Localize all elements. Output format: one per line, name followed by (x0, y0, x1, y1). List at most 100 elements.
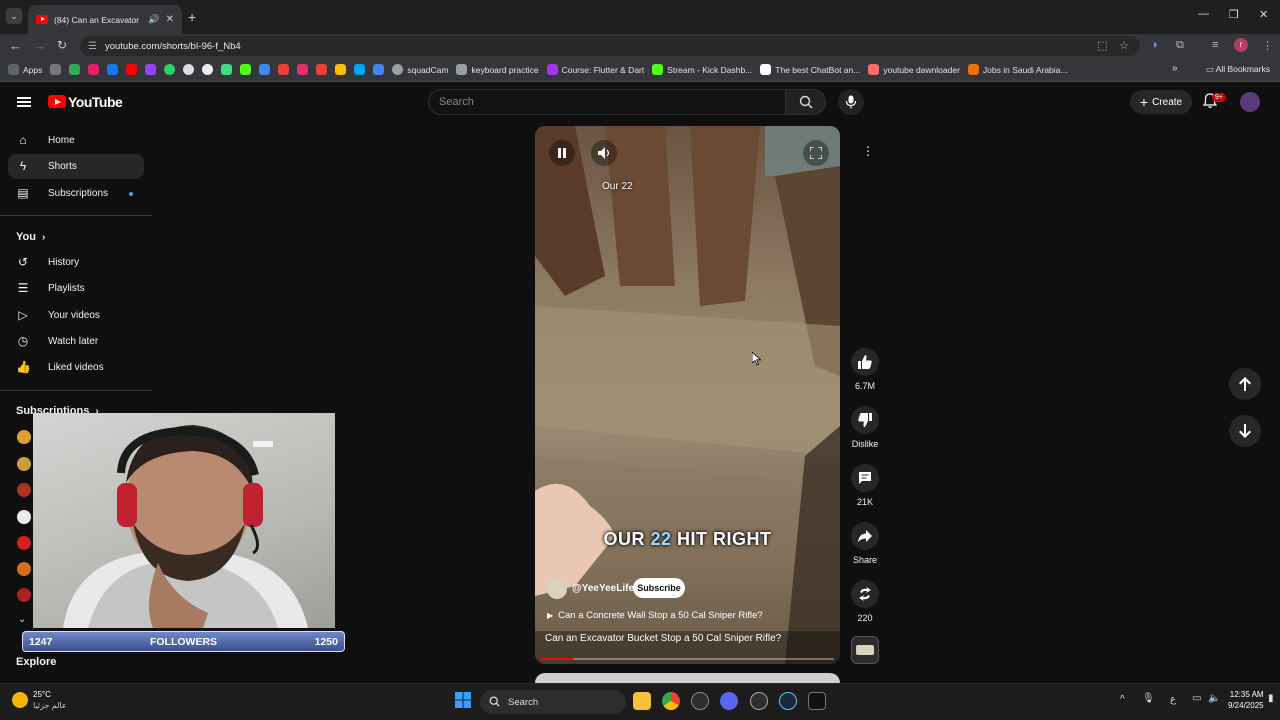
sidebar-item-shorts[interactable]: ϟ Shorts (8, 154, 144, 179)
bookmark-jobs-saudi[interactable]: Jobs in Saudi Arabia... (967, 64, 1068, 75)
taskbar-search[interactable]: Search (480, 690, 626, 714)
guide-menu-icon[interactable] (17, 97, 31, 107)
search-input[interactable]: Search (428, 89, 786, 115)
show-hidden-icons-chevron[interactable]: ^ (1120, 694, 1125, 705)
back-button[interactable]: ← (9, 38, 22, 53)
dislike-button[interactable] (851, 406, 879, 434)
sound-channel-thumbnail[interactable] (851, 636, 879, 664)
like-button[interactable] (851, 348, 879, 376)
tab-audio-icon[interactable]: 🔊 (148, 14, 159, 25)
subscription-channel-avatar[interactable] (17, 536, 31, 550)
media-controls-icon[interactable]: ≡ (1212, 39, 1218, 51)
file-explorer-icon[interactable] (633, 692, 651, 710)
subscription-channel-avatar[interactable] (17, 457, 31, 471)
github-icon[interactable] (202, 64, 214, 75)
microsoft-icon[interactable] (354, 64, 366, 75)
share-button[interactable] (851, 522, 879, 550)
new-tab-button[interactable]: + (188, 9, 196, 25)
tab-search-icon[interactable]: ⌄ (6, 8, 22, 24)
address-bar[interactable]: ☰ youtube.com/shorts/bI-96-f_Nb4 (80, 36, 1140, 56)
video-progress-track[interactable] (541, 658, 834, 660)
pause-button[interactable] (549, 140, 575, 166)
instagram-icon[interactable] (297, 64, 309, 75)
voice-search-button[interactable] (838, 89, 864, 115)
youtube-wordmark[interactable]: YouTube (68, 94, 123, 110)
subscription-channel-avatar[interactable] (17, 430, 31, 444)
obs-download-icon[interactable] (691, 692, 709, 710)
comments-button[interactable] (851, 464, 879, 492)
all-bookmarks-button[interactable]: ▭ All Bookmarks (1206, 64, 1270, 75)
more-options-button[interactable]: ⋮ (851, 138, 879, 166)
bookmark-apps[interactable]: Apps (8, 64, 42, 75)
bookmark-youtube-downloader[interactable]: youtube dawnloader (868, 64, 960, 75)
subscription-channel-avatar[interactable] (17, 510, 31, 524)
site-info-icon[interactable]: ☰ (88, 41, 97, 52)
remix-button[interactable] (851, 580, 879, 608)
subscribe-button[interactable]: Subscribe (633, 578, 685, 598)
previous-short-button[interactable] (1229, 368, 1261, 400)
forward-button[interactable]: → (33, 38, 46, 53)
facebook-icon[interactable] (107, 64, 119, 75)
kick-icon[interactable] (240, 64, 252, 75)
chatgpt-icon[interactable] (183, 64, 195, 75)
terminal-icon[interactable] (808, 692, 826, 710)
account-avatar[interactable] (1240, 92, 1260, 112)
twitch-icon[interactable] (145, 64, 157, 75)
restore-window-button[interactable]: ❐ (1229, 8, 1239, 21)
shorts-video-player[interactable]: Our 22 OUR 22 HIT RIGHT @YeeYeeLife Subs… (535, 126, 840, 664)
profile-avatar[interactable]: r (1234, 38, 1248, 52)
taskbar-clock[interactable]: 12:35 AM 9/24/2025 (1228, 689, 1264, 711)
whatsapp-icon[interactable] (164, 64, 176, 75)
notification-center-icon[interactable]: ▮ (1268, 693, 1274, 704)
tab-close-icon[interactable]: ✕ (166, 14, 174, 25)
start-button[interactable] (455, 692, 471, 708)
bookmark-squadcam[interactable]: squadCam (392, 64, 448, 75)
bookmark-kick-dashboard[interactable]: Stream - Kick Dashb... (652, 64, 752, 75)
subscription-channel-avatar[interactable] (17, 562, 31, 576)
sidebar-item-your-videos[interactable]: ▷ Your videos (8, 303, 144, 328)
weather-widget[interactable]: 25°C عالم جزئيا (10, 689, 80, 715)
speaker-icon[interactable]: 🔈 (1208, 693, 1220, 704)
bookmark-star-icon[interactable]: ☆ (1119, 39, 1129, 52)
sidebar-item-history[interactable]: ↺ History (8, 250, 144, 275)
channel-name[interactable]: @YeeYeeLife (572, 583, 634, 594)
you-section-header[interactable]: You › (16, 231, 45, 243)
next-short-button[interactable] (1229, 415, 1261, 447)
search-button[interactable] (786, 89, 826, 115)
sidebar-item-subscriptions[interactable]: ▤ Subscriptions (8, 181, 144, 206)
android-icon[interactable] (221, 64, 233, 75)
create-button[interactable]: + Create (1130, 90, 1192, 114)
show-more-chevron-icon[interactable]: ⌄ (18, 614, 26, 625)
reload-button[interactable]: ↻ (57, 38, 67, 52)
bookmarks-overflow-icon[interactable]: » (1172, 63, 1178, 74)
discord-icon[interactable] (720, 692, 738, 710)
bookmark-chatbot[interactable]: The best ChatBot an... (760, 64, 860, 75)
bookmark-keyboard-practice[interactable]: keyboard practice (456, 64, 539, 75)
bookmark-udemy-course[interactable]: Course: Flutter & Dart (546, 64, 644, 75)
browser-tab-active[interactable]: (84) Can an Excavator Bucke 🔊 ✕ (28, 5, 182, 34)
docs-icon[interactable] (373, 64, 385, 75)
drive-icon[interactable] (335, 64, 347, 75)
install-app-icon[interactable]: ⬚ (1097, 39, 1107, 52)
minimize-window-button[interactable]: — (1198, 8, 1209, 20)
obs-studio-icon[interactable] (750, 692, 768, 710)
related-video-link[interactable]: ▶ Can a Concrete Wall Stop a 50 Cal Snipe… (547, 610, 763, 621)
subscription-channel-avatar[interactable] (17, 483, 31, 497)
input-language-indicator[interactable]: ع (1170, 694, 1176, 705)
steam-icon[interactable] (779, 692, 797, 710)
microphone-tray-icon[interactable]: 🎙 (1142, 693, 1155, 704)
subscription-channel-avatar[interactable] (17, 588, 31, 602)
bookmark-red-icon[interactable] (278, 64, 290, 75)
gmail-icon[interactable] (316, 64, 328, 75)
extensions-puzzle-icon[interactable]: ⧉ (1176, 39, 1184, 52)
youtube-logo-icon[interactable] (48, 95, 66, 108)
bookmark-green-icon[interactable] (69, 64, 81, 75)
network-icon[interactable]: ▭ (1192, 693, 1201, 704)
bookmark-pink-icon[interactable] (88, 64, 100, 75)
translate-icon[interactable] (259, 64, 271, 75)
chrome-icon[interactable] (662, 692, 680, 710)
sidebar-item-home[interactable]: ⌂ Home (8, 128, 144, 153)
volume-button[interactable] (591, 140, 617, 166)
close-window-button[interactable]: ✕ (1259, 8, 1268, 21)
chrome-menu-icon[interactable]: ⋮ (1262, 39, 1273, 52)
